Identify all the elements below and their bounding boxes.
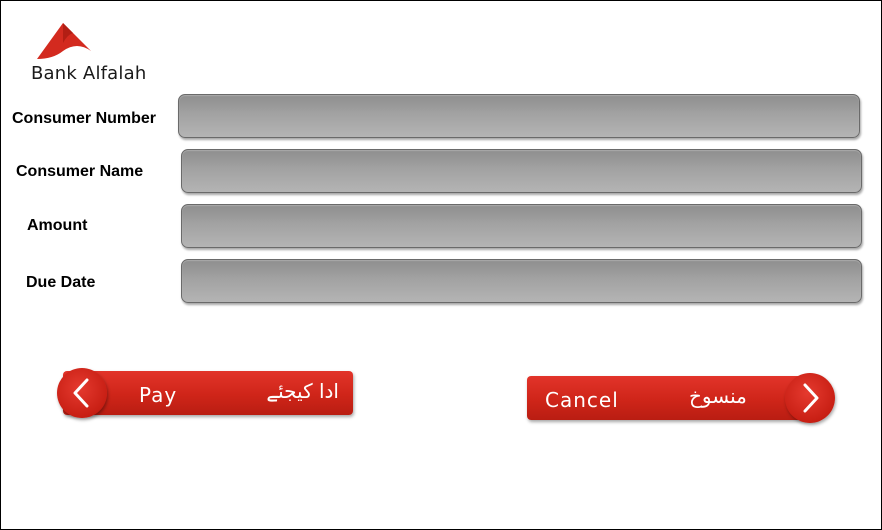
brand-name: Bank Alfalah — [31, 63, 147, 84]
consumer-name-field[interactable] — [181, 149, 862, 193]
payment-screen: Bank Alfalah Consumer Number Consumer Na… — [0, 0, 882, 530]
pay-button[interactable]: Pay ادا کیجئے — [57, 368, 353, 418]
due-date-field[interactable] — [181, 259, 862, 303]
due-date-label: Due Date — [26, 274, 96, 291]
cancel-urdu-label: منسوخ — [689, 384, 747, 408]
bank-alfalah-logo-icon — [37, 23, 91, 59]
bank-logo: Bank Alfalah — [29, 19, 189, 84]
amount-label: Amount — [27, 217, 88, 234]
pay-urdu-label: ادا کیجئے — [266, 379, 339, 403]
cancel-button[interactable]: Cancel منسوخ — [527, 373, 835, 423]
chevron-right-icon[interactable] — [785, 373, 835, 423]
cancel-label: Cancel — [545, 388, 619, 412]
consumer-number-field[interactable] — [178, 94, 860, 138]
consumer-name-label: Consumer Name — [16, 163, 144, 180]
chevron-left-icon[interactable] — [57, 368, 107, 418]
pay-label: Pay — [139, 383, 178, 407]
amount-field[interactable] — [181, 204, 862, 248]
consumer-number-label: Consumer Number — [12, 110, 157, 127]
